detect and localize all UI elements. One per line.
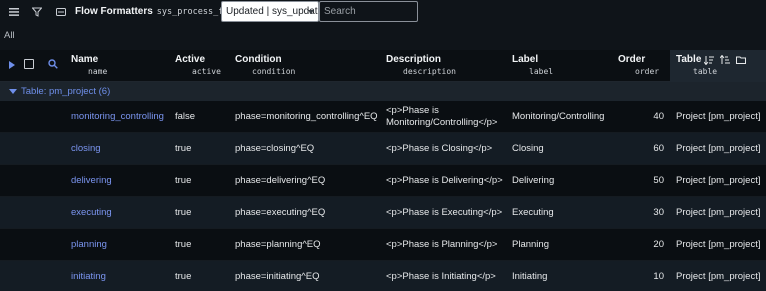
hamburger-menu-icon[interactable] bbox=[5, 3, 23, 21]
table-row[interactable]: planning true phase=planning^EQ <p>Phase… bbox=[0, 229, 766, 261]
row-description: <p>Phase is Executing</p> bbox=[386, 207, 503, 218]
table-row[interactable]: executing true phase=executing^EQ <p>Pha… bbox=[0, 197, 766, 229]
search-icon[interactable] bbox=[48, 59, 58, 72]
table-row[interactable]: delivering true phase=delivering^EQ <p>P… bbox=[0, 165, 766, 197]
row-label: Monitoring/Controlling bbox=[512, 111, 605, 122]
search-field-select-value: Updated | sys_updat bbox=[226, 6, 318, 17]
chevron-down-icon bbox=[308, 10, 314, 14]
row-description: <p>Phase is Planning</p> bbox=[386, 239, 498, 250]
list-title: Flow Formatters bbox=[75, 6, 153, 17]
row-active: true bbox=[175, 175, 192, 186]
row-active: true bbox=[175, 207, 192, 218]
column-header-label[interactable]: Label label bbox=[512, 54, 553, 76]
list-context-menu-icon[interactable] bbox=[52, 3, 70, 21]
row-label: Closing bbox=[512, 143, 544, 154]
row-condition: phase=monitoring_controlling^EQ bbox=[235, 111, 378, 122]
column-header-description[interactable]: Description description bbox=[386, 54, 456, 76]
row-condition: phase=closing^EQ bbox=[235, 143, 315, 154]
column-header-order[interactable]: Order order bbox=[618, 54, 659, 76]
group-header[interactable]: Table: pm_project (6) bbox=[0, 82, 766, 101]
row-name-link[interactable]: planning bbox=[71, 229, 173, 261]
row-name-link[interactable]: monitoring_controlling bbox=[71, 101, 173, 133]
row-description: <p>Phase is Monitoring/Controlling</p> bbox=[386, 105, 498, 128]
sort-ascending-icon[interactable] bbox=[719, 54, 730, 68]
row-condition: phase=planning^EQ bbox=[235, 239, 321, 250]
row-name-link[interactable]: delivering bbox=[71, 165, 173, 197]
row-name-link[interactable]: executing bbox=[71, 197, 173, 229]
row-order: 60 bbox=[653, 143, 664, 154]
row-label: Executing bbox=[512, 207, 554, 218]
row-condition: phase=delivering^EQ bbox=[235, 175, 326, 186]
row-order: 10 bbox=[653, 271, 664, 282]
row-order: 40 bbox=[653, 111, 664, 122]
column-header-name[interactable]: Name name bbox=[71, 54, 107, 76]
filter-icon[interactable] bbox=[28, 3, 46, 21]
search-field-select[interactable]: Updated | sys_updat bbox=[221, 1, 319, 22]
list-toolbar: Flow Formatters sys_process_flow Updated… bbox=[0, 0, 766, 24]
row-active: false bbox=[175, 111, 196, 122]
row-active: true bbox=[175, 239, 192, 250]
table-row[interactable]: monitoring_controlling false phase=monit… bbox=[0, 101, 766, 133]
table-header: Name name Active active Condition condit… bbox=[0, 50, 766, 82]
row-label: Planning bbox=[512, 239, 549, 250]
column-header-active[interactable]: Active active bbox=[175, 54, 221, 76]
row-name-link[interactable]: closing bbox=[71, 133, 173, 165]
row-table-link[interactable]: Project [pm_project] bbox=[676, 229, 766, 261]
row-active: true bbox=[175, 271, 192, 282]
search-input[interactable] bbox=[319, 1, 418, 22]
row-description: <p>Phase is Closing</p> bbox=[386, 143, 493, 154]
column-header-condition[interactable]: Condition condition bbox=[235, 54, 295, 76]
row-order: 20 bbox=[653, 239, 664, 250]
row-condition: phase=executing^EQ bbox=[235, 207, 326, 218]
column-menu-icon[interactable] bbox=[736, 55, 746, 68]
table-row[interactable]: closing true phase=closing^EQ <p>Phase i… bbox=[0, 133, 766, 165]
row-order: 30 bbox=[653, 207, 664, 218]
row-table-link[interactable]: Project [pm_project] bbox=[676, 101, 766, 133]
row-active: true bbox=[175, 143, 192, 154]
row-table-link[interactable]: Project [pm_project] bbox=[676, 197, 766, 229]
expand-all-icon[interactable] bbox=[9, 61, 15, 72]
table-row[interactable]: initiating true phase=initiating^EQ <p>P… bbox=[0, 261, 766, 291]
row-order: 50 bbox=[653, 175, 664, 186]
row-table-link[interactable]: Project [pm_project] bbox=[676, 261, 766, 291]
row-description: <p>Phase is Initiating</p> bbox=[386, 271, 496, 282]
row-table-link[interactable]: Project [pm_project] bbox=[676, 165, 766, 197]
collapse-group-icon[interactable] bbox=[9, 88, 17, 95]
row-name-link[interactable]: initiating bbox=[71, 261, 173, 291]
breadcrumb[interactable]: All bbox=[4, 30, 15, 41]
row-label: Initiating bbox=[512, 271, 548, 282]
row-condition: phase=initiating^EQ bbox=[235, 271, 320, 282]
row-table-link[interactable]: Project [pm_project] bbox=[676, 133, 766, 165]
sort-descending-icon[interactable] bbox=[703, 55, 714, 68]
select-all-checkbox[interactable] bbox=[24, 59, 34, 69]
row-label: Delivering bbox=[512, 175, 555, 186]
group-label: Table: pm_project (6) bbox=[21, 86, 111, 97]
row-description: <p>Phase is Delivering</p> bbox=[386, 175, 503, 186]
